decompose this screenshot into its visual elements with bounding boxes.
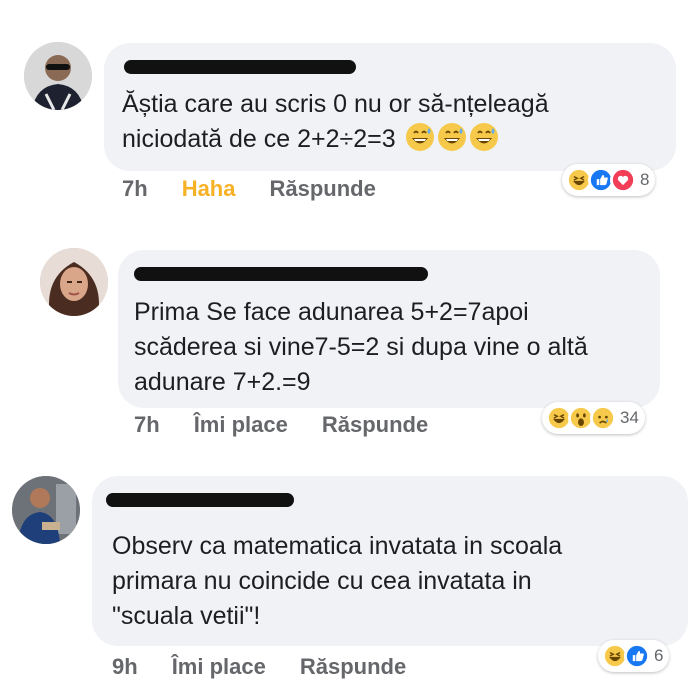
reply-button[interactable]: Răspunde [269,176,375,202]
reply-button[interactable]: Răspunde [322,412,428,438]
comment-line: primara nu coincide cu cea invatata in [112,567,532,595]
like-button[interactable]: Îmi place [194,412,288,438]
comment-actions: 7h Îmi place Răspunde [134,412,428,438]
comment-line: Prima Se face adunarea 5+2=7apoi [134,298,529,326]
comment-timestamp[interactable]: 7h [134,412,160,438]
like-reaction-icon [624,643,650,669]
commenter-avatar[interactable] [12,476,80,544]
grinning-sweat-emoji [469,122,499,152]
redacted-name [124,60,356,74]
comment-line: Observ ca matematica invatata in scoala [112,532,563,560]
comment-line: adunare 7+2.=9 [134,368,311,396]
redacted-name [134,267,428,281]
comment-timestamp[interactable]: 7h [122,176,148,202]
commenter-avatar[interactable] [24,42,92,110]
reaction-summary[interactable]: 34 [542,402,645,434]
love-reaction-icon [610,167,636,193]
reaction-count: 8 [640,170,650,189]
comment-bubble: Observ ca matematica invatata in scoala … [92,476,688,646]
redacted-name [106,493,294,507]
reaction-count: 34 [620,408,639,427]
grinning-sweat-emoji [405,122,435,152]
comment-text: Ăștia care au scris 0 nu or să-nțeleagă … [122,87,549,157]
comment-actions: 9h Îmi place Răspunde [112,654,406,680]
comment-line: scăderea si vine7-5=2 si dupa vine o alt… [134,333,588,361]
reaction-summary[interactable]: 8 [562,164,656,196]
reaction-summary[interactable]: 6 [598,640,670,672]
comment-line: Ăștia care au scris 0 nu or să-nțeleagă [122,90,549,118]
comment-timestamp[interactable]: 9h [112,654,138,680]
reaction-count: 6 [654,646,664,665]
commenter-avatar[interactable] [40,248,108,316]
reply-button[interactable]: Răspunde [300,654,406,680]
grinning-sweat-emoji [437,122,467,152]
comment-line: niciodată de ce 2+2÷2=3 [122,125,396,153]
comment-text: Observ ca matematica invatata in scoala … [112,529,562,634]
comment-text: Prima Se face adunarea 5+2=7apoi scădere… [134,295,588,400]
comment-bubble: Prima Se face adunarea 5+2=7apoi scădere… [118,250,660,408]
like-button[interactable]: Îmi place [172,654,266,680]
comment-line: "scuala vetii"! [112,602,261,630]
reaction-haha-button[interactable]: Haha [182,176,236,202]
comment-actions: 7h Haha Răspunde [122,176,376,202]
sad-reaction-icon [590,405,616,431]
comment-bubble: Ăștia care au scris 0 nu or să-nțeleagă … [104,43,676,171]
